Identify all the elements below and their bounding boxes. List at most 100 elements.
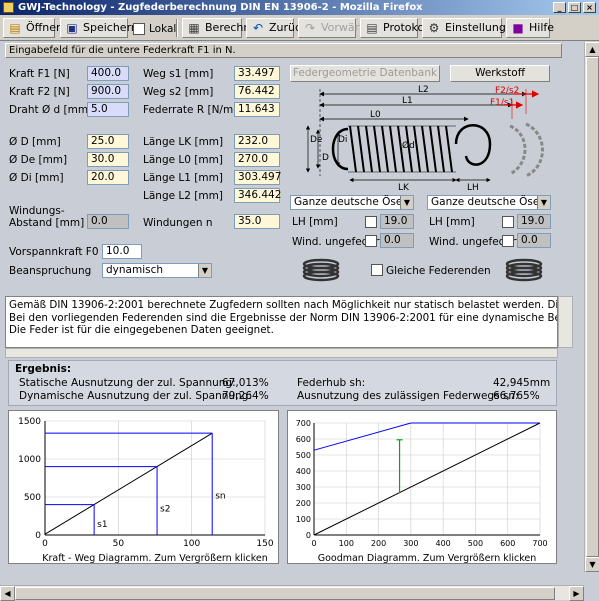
scroll-up-button[interactable]: ▲ [585,42,599,57]
calculate-button[interactable]: ▦ Berechnen [182,18,264,38]
right-hook [454,124,492,166]
label-F1s1: F1/s1 [490,98,514,108]
window-horizontal-scrollbar[interactable]: ◀ ▶ [0,585,584,601]
scroll-left-button[interactable]: ◀ [0,586,15,601]
message-line: Bei den vorliegenden Federenden sind die… [9,311,557,324]
left-eye-spring-icon [302,258,340,282]
wire-diameter-input[interactable]: 5.0 [87,102,129,117]
chevron-down-icon: ▼ [400,196,413,209]
protocol-button[interactable]: ▤ Protokoll [360,18,430,38]
lh-right-input[interactable]: 19.0 [517,214,551,229]
force-f1-input[interactable]: 400.0 [87,66,129,81]
force-f2-input[interactable]: 900.0 [87,84,129,99]
app-icon [3,2,14,13]
toolbar: ▤ Öffnen ▣ Speichern Lokal ▦ Berechnen ↶… [0,15,599,41]
minimize-button[interactable]: _ [553,2,566,13]
wind-right-checkbox[interactable] [502,235,514,247]
diameter-D-input[interactable]: 25.0 [87,134,129,149]
maximize-button[interactable]: □ [568,2,581,13]
results-title: Ergebnis: [15,363,72,375]
label-L1: L1 [402,96,413,106]
y-tick-label: 200 [296,499,311,508]
back-arrow-icon: ↶ [252,21,264,35]
y-tick-label: 0 [35,531,41,541]
settings-button[interactable]: ⚙ Einstellungen [422,18,520,38]
same-ends-label: Gleiche Federenden [386,265,491,277]
label-LK: LK [398,183,410,192]
coils-n-input[interactable]: 35.0 [234,214,280,229]
spring-rate-label: Federrate R [N/mm] [143,104,248,116]
message-textarea[interactable]: Gemäß DIN 13906-2:2001 berechnete Zugfed… [5,296,558,348]
x-tick-label: 700 [532,539,547,548]
back-button[interactable]: ↶ Zurück [246,18,307,38]
goodman-chart-svg: 0 100 200 300 400 500 600 700 0 100 200 300 400 500 60… [296,419,548,564]
label-F2s2: F2/s2 [495,86,519,96]
open-button[interactable]: ▤ Öffnen [3,18,63,38]
scroll-down-button[interactable]: ▼ [585,557,599,572]
y-tick-label: 400 [296,467,311,476]
goodman-limit-line [313,422,540,451]
right-eye-spring-icon [505,258,543,282]
lh-right-checkbox[interactable] [502,216,514,228]
save-button[interactable]: ▣ Speichern [60,18,138,38]
force-travel-line [44,432,213,535]
scroll-right-button[interactable]: ▶ [569,586,584,601]
lh-left-input[interactable]: 19.0 [380,214,414,229]
settings-icon: ⚙ [428,21,440,35]
x-tick-label: 150 [256,539,273,549]
label-Di: Di [338,135,347,145]
wind-left-checkbox[interactable] [365,235,377,247]
travel-utilization-label: Ausnutzung des zulässigen Federwegs sn: [297,390,519,402]
force-f1-label: Kraft F1 [N] [9,68,70,80]
chevron-down-icon: ▼ [537,196,550,209]
wind-left-input[interactable]: 0.0 [380,233,414,248]
x-tick-label: 100 [183,539,200,549]
window-vertical-scrollbar[interactable]: ▲ ▼ [584,42,599,572]
dynamic-utilization-value: 79,264% [222,390,269,402]
open-label: Öffnen [26,21,63,34]
chart-title: Goodman Diagramm. Zum Vergrößern klicken [318,553,537,564]
stroke-label: Federhub sh: [297,377,366,389]
scroll-thumb[interactable] [586,57,599,557]
chart-title: Kraft - Weg Diagramm. Zum Vergrößern kli… [42,553,267,564]
diameter-De-input[interactable]: 30.0 [87,152,129,167]
spring-geometry-db-button[interactable]: Federgeometrie Datenbank [290,65,440,82]
y-tick-label: 500 [296,451,311,460]
window-titlebar: GWJ-Technology - Zugfederberechnung DIN … [0,0,599,15]
message-vertical-scrollbar[interactable] [558,296,573,348]
dynamic-utilization-label: Dynamische Ausnutzung der zul. Spannung: [19,390,252,402]
local-label: Lokal [149,23,177,35]
preload-f0-input[interactable]: 10.0 [102,244,142,259]
length-L2-output: 346.442 [234,188,281,203]
length-L0-output: 270.0 [234,152,280,167]
close-button[interactable]: × [583,2,596,13]
right-eye-select[interactable]: Ganze deutsche Öse ▼ [427,195,551,210]
y-tick-label: 0 [306,531,311,540]
message-horizontal-scrollbar[interactable] [5,348,558,358]
goodman-chart[interactable]: 0 100 200 300 400 500 600 700 0 100 200 300 400 500 60… [287,410,557,564]
message-line: Gemäß DIN 13906-2:2001 berechnete Zugfed… [9,299,558,311]
help-book-icon: ■ [512,21,524,35]
force-travel-chart[interactable]: 0 500 1000 1500 0 50 100 150 s1 s2 sn Kraft - Weg D… [8,410,279,564]
goodman-diagonal [313,422,541,536]
force-f2-label: Kraft F2 [N] [9,86,70,98]
static-utilization-value: 67,013% [222,377,269,389]
x-tick-label: 0 [311,539,316,548]
same-ends-checkbox[interactable] [371,264,383,276]
load-type-select[interactable]: dynamisch ▼ [102,263,212,278]
scroll-thumb[interactable] [15,587,555,600]
local-checkbox[interactable] [133,23,145,35]
material-button[interactable]: Werkstoff [450,65,550,82]
coil-spacing-input[interactable]: 0.0 [87,214,129,229]
label-d: Ød [402,140,415,151]
forward-button[interactable]: ↷ Vorwärts [298,18,369,38]
load-type-value: dynamisch [106,264,164,276]
diameter-Di-input[interactable]: 20.0 [87,170,129,185]
static-utilization-label: Statische Ausnutzung der zul. Spannung: [19,377,236,389]
left-eye-select[interactable]: Ganze deutsche Öse ▼ [290,195,414,210]
label-D: D [322,153,329,163]
y-tick-label: 300 [296,483,311,492]
help-button[interactable]: ■ Hilfe [506,18,554,38]
lh-left-checkbox[interactable] [365,216,377,228]
wind-right-input[interactable]: 0.0 [517,233,551,248]
